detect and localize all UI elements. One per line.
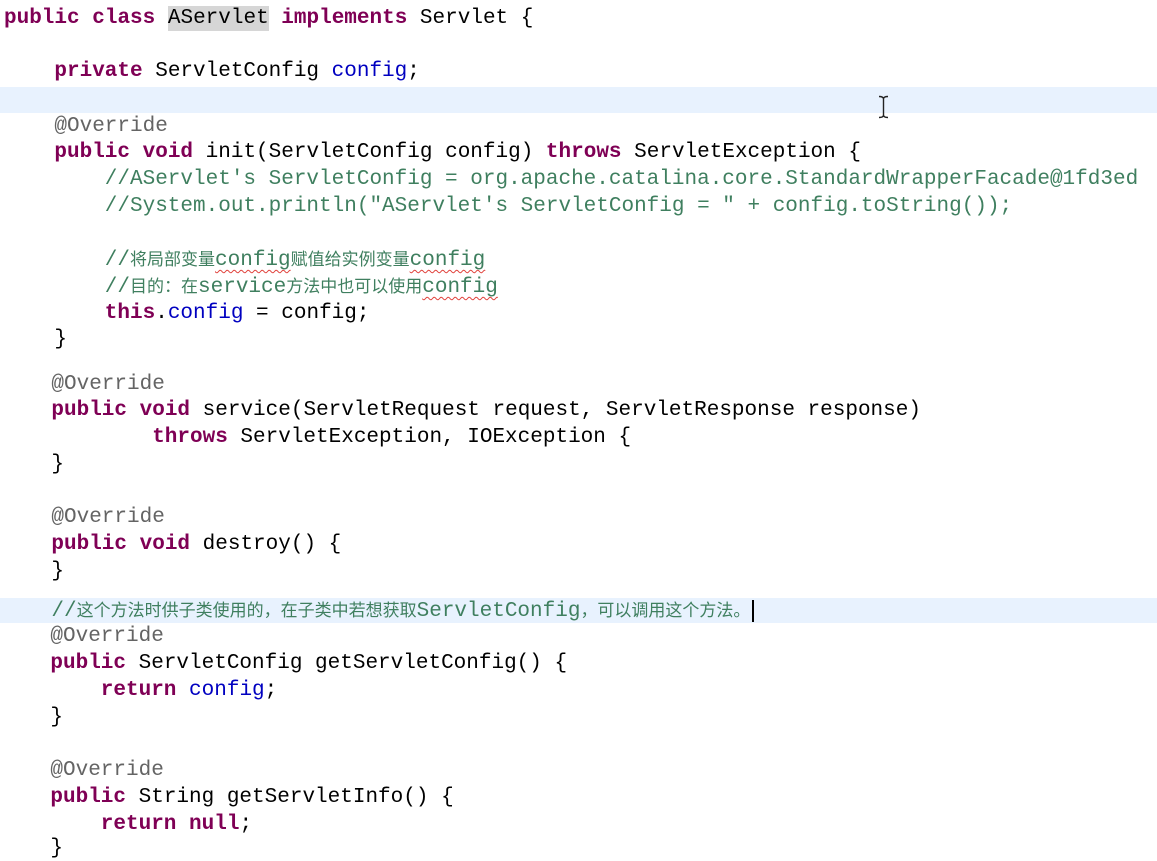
code-line[interactable]: public void init(ServletConfig config) t… — [54, 142, 861, 164]
keyword-token: void — [142, 141, 194, 164]
highlighted-occurrence-token: AServlet — [167, 6, 269, 31]
plain-token: ServletException { — [621, 141, 861, 164]
misspelled-word-token: config — [409, 249, 486, 272]
keyword-token: throws — [152, 426, 228, 449]
code-line[interactable]: this.config = config; — [105, 303, 370, 325]
plain-token: } — [50, 837, 63, 860]
code-line[interactable]: @Override — [54, 116, 167, 138]
code-line[interactable]: throws ServletException, IOException { — [152, 427, 631, 449]
plain-token: } — [51, 560, 64, 583]
plain-token: ServletException, IOException { — [227, 426, 632, 449]
plain-token: ServletConfig getServletConfig() { — [126, 652, 568, 675]
code-line[interactable]: //这个方法时供子类使用的，在子类中若想获取ServletConfig，可以调用… — [51, 600, 755, 623]
cjk-text-run: 将局部变量 — [130, 250, 216, 270]
keyword-token: private — [54, 60, 143, 83]
comment-token: 赋值给实例变量 — [291, 249, 410, 272]
cjk-text-run: 方法中也可以使用 — [286, 277, 423, 297]
cjk-text-run: 这个方法时供子类使用的，在子类中若想获取 — [76, 601, 417, 621]
keyword-token: this — [104, 302, 156, 325]
plain-token: } — [51, 453, 64, 476]
plain-token: destroy() { — [190, 533, 342, 556]
cjk-text-run: 目的：在 — [130, 277, 199, 297]
cjk-text-run: ，可以调用这个方法。 — [580, 601, 751, 621]
field-token: config — [189, 679, 265, 702]
plain-token: ; — [239, 813, 253, 836]
code-line[interactable]: @Override — [51, 374, 164, 396]
code-line[interactable]: public void destroy() { — [51, 534, 341, 556]
keyword-token: void — [139, 533, 191, 556]
code-line[interactable]: //AServlet's ServletConfig = org.apache.… — [105, 169, 1138, 191]
code-line[interactable]: public class AServlet implements Servlet… — [4, 6, 534, 31]
cjk-text-run: 赋值给实例变量 — [290, 250, 410, 270]
keyword-token: implements — [281, 7, 408, 30]
code-line[interactable]: } — [50, 707, 63, 729]
code-line[interactable]: private ServletConfig config; — [54, 61, 419, 83]
plain-token: } — [50, 706, 63, 729]
code-line[interactable]: @Override — [50, 760, 163, 782]
misspelled-word-token: config — [422, 276, 498, 299]
plain-token: = config; — [243, 302, 370, 325]
plain-token: } — [54, 328, 67, 351]
code-line[interactable]: public ServletConfig getServletConfig() … — [50, 653, 567, 675]
annotation-token: @Override — [51, 373, 165, 396]
annotation-token: @Override — [50, 625, 164, 648]
code-line[interactable]: public void service(ServletRequest reque… — [51, 400, 921, 422]
annotation-token: @Override — [51, 506, 165, 529]
code-line[interactable]: } — [50, 838, 63, 860]
code-line[interactable]: @Override — [51, 507, 164, 529]
keyword-token: class — [92, 7, 156, 30]
code-line[interactable]: @Override — [50, 626, 163, 648]
plain-token: . — [155, 302, 168, 325]
code-line[interactable]: //System.out.println("AServlet's Servlet… — [105, 196, 1012, 218]
annotation-token: @Override — [50, 759, 164, 782]
plain-token: ServletConfig — [142, 60, 332, 83]
comment-token: //这个方法时供子类使用的，在子类中若想获取ServletConfig，可以调用… — [51, 600, 751, 623]
comment-token: //System.out.println("AServlet's Servlet… — [104, 195, 1013, 218]
code-line[interactable]: return config; — [101, 680, 277, 702]
plain-token: service(ServletRequest request, ServletR… — [190, 399, 921, 422]
plain-token: init(ServletConfig config) — [193, 141, 546, 164]
keyword-token: public — [50, 652, 127, 675]
current-line-highlight — [0, 87, 1157, 113]
annotation-token: @Override — [54, 115, 168, 138]
comment-token: //AServlet's ServletConfig = org.apache.… — [104, 168, 1139, 191]
plain-token: String getServletInfo() { — [126, 786, 454, 809]
keyword-token: public — [4, 7, 80, 30]
keyword-token: public — [50, 786, 127, 809]
field-token: config — [167, 302, 244, 325]
comment-token: //将局部变量 — [104, 249, 216, 272]
plain-token: ; — [264, 679, 278, 702]
text-caret — [752, 600, 755, 622]
keyword-token: public — [51, 399, 128, 422]
ibeam-cursor-icon — [878, 95, 889, 119]
keyword-token: public — [51, 533, 128, 556]
code-line[interactable]: public String getServletInfo() { — [50, 787, 453, 809]
code-line[interactable]: //将局部变量config赋值给实例变量config — [104, 249, 486, 272]
keyword-token: throws — [545, 141, 622, 164]
misspelled-word-token: config — [215, 249, 291, 272]
comment-token: //目的：在service方法中也可以使用 — [104, 276, 423, 299]
keyword-token: void — [139, 399, 191, 422]
code-line[interactable]: return null; — [101, 814, 252, 836]
code-line[interactable]: } — [51, 454, 64, 476]
keyword-token: return — [100, 679, 177, 702]
code-line[interactable]: } — [54, 329, 67, 351]
keyword-token: null — [189, 813, 240, 836]
code-line[interactable]: //目的：在service方法中也可以使用config — [104, 276, 498, 299]
field-token: config — [331, 60, 408, 83]
code-editor[interactable]: public class AServlet implements Servlet… — [0, 0, 1157, 861]
code-line[interactable]: } — [51, 561, 64, 583]
keyword-token: public — [54, 141, 131, 164]
keyword-token: return — [100, 813, 177, 836]
plain-token: ; — [407, 60, 420, 83]
plain-token: Servlet { — [407, 7, 534, 30]
